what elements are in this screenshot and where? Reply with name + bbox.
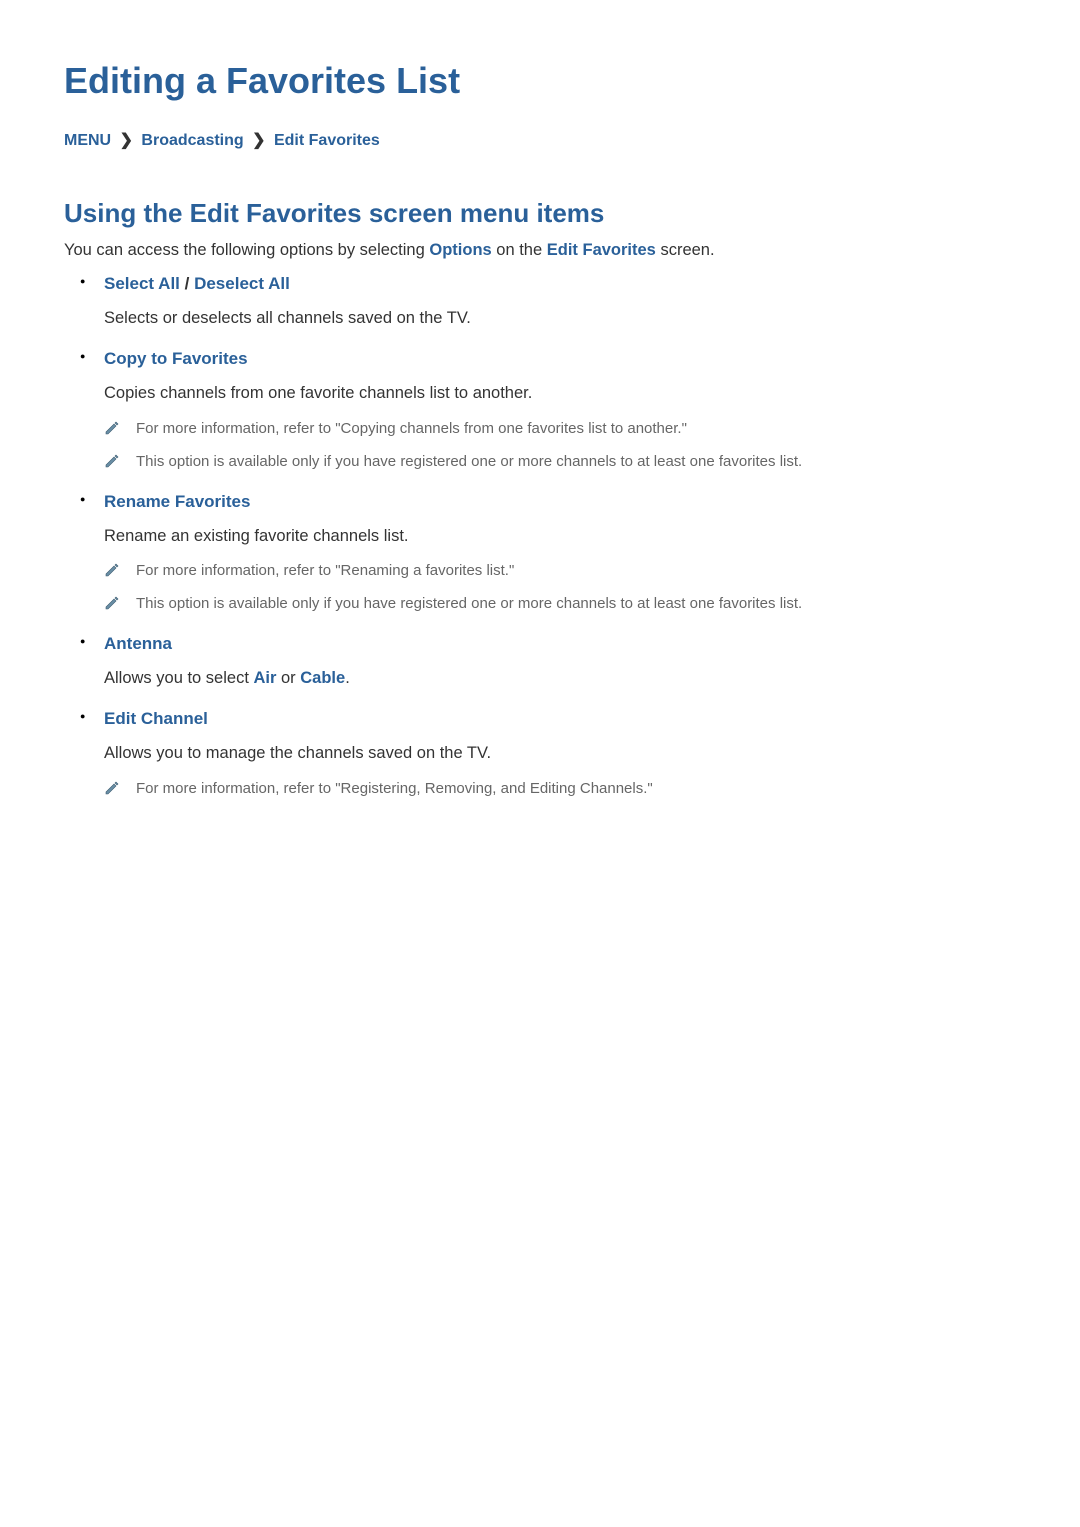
note-text: For more information, refer to "Register… [136,778,653,801]
option-desc-mid: or [276,669,300,687]
option-edit-channel: Edit Channel Allows you to manage the ch… [104,709,1016,801]
option-desc: Allows you to select Air or Cable. [104,666,1016,691]
option-desc: Selects or deselects all channels saved … [104,306,1016,331]
option-title: Copy to Favorites [104,349,248,368]
option-head: Select All / Deselect All [104,274,1016,294]
option-head: Edit Channel [104,709,1016,729]
options-list: Select All / Deselect All Selects or des… [64,274,1016,801]
option-desc-cable: Cable [300,669,345,687]
note-row: This option is available only if you hav… [104,451,1016,474]
note-text: This option is available only if you hav… [136,451,802,474]
option-desc: Copies channels from one favorite channe… [104,381,1016,406]
section-intro: You can access the following options by … [64,241,1016,260]
option-title: Edit Channel [104,709,208,728]
option-separator: / [180,274,194,293]
option-desc-air: Air [253,669,276,687]
pencil-icon [104,453,120,474]
option-title: Rename Favorites [104,492,250,511]
option-title: Antenna [104,634,172,653]
option-title-select-all: Select All [104,274,180,293]
option-desc-pre: Allows you to select [104,669,253,687]
breadcrumb-item-menu: MENU [64,132,111,149]
option-desc: Allows you to manage the channels saved … [104,741,1016,766]
option-select-deselect-all: Select All / Deselect All Selects or des… [104,274,1016,331]
note-row: For more information, refer to "Renaming… [104,560,1016,583]
pencil-icon [104,562,120,583]
note-row: For more information, refer to "Copying … [104,418,1016,441]
intro-pre: You can access the following options by … [64,241,429,259]
pencil-icon [104,780,120,801]
option-rename-favorites: Rename Favorites Rename an existing favo… [104,492,1016,617]
option-head: Antenna [104,634,1016,654]
intro-options-word: Options [429,241,491,259]
option-desc-post: . [345,669,350,687]
page-title: Editing a Favorites List [64,60,1016,102]
chevron-right-icon: ❯ [120,132,133,149]
section-title: Using the Edit Favorites screen menu ite… [64,198,1016,229]
option-desc: Rename an existing favorite channels lis… [104,524,1016,549]
pencil-icon [104,595,120,616]
intro-mid: on the [492,241,547,259]
note-row: For more information, refer to "Register… [104,778,1016,801]
intro-post: screen. [656,241,715,259]
option-head: Copy to Favorites [104,349,1016,369]
breadcrumb: MENU ❯ Broadcasting ❯ Edit Favorites [64,130,1016,150]
option-title-deselect-all: Deselect All [194,274,290,293]
breadcrumb-item-edit-favorites: Edit Favorites [274,132,380,149]
intro-screen-word: Edit Favorites [547,241,656,259]
note-text: For more information, refer to "Copying … [136,418,687,441]
option-head: Rename Favorites [104,492,1016,512]
note-text: For more information, refer to "Renaming… [136,560,514,583]
pencil-icon [104,420,120,441]
option-antenna: Antenna Allows you to select Air or Cabl… [104,634,1016,691]
note-text: This option is available only if you hav… [136,593,802,616]
note-row: This option is available only if you hav… [104,593,1016,616]
chevron-right-icon: ❯ [252,132,265,149]
breadcrumb-item-broadcasting: Broadcasting [141,132,243,149]
option-copy-to-favorites: Copy to Favorites Copies channels from o… [104,349,1016,474]
